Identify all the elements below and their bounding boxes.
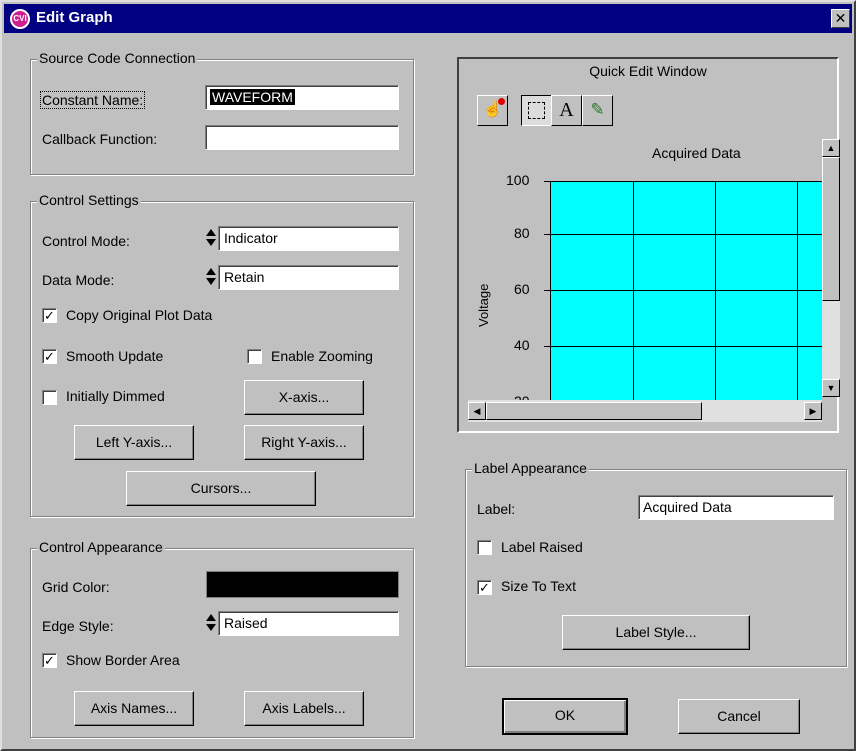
enable-zooming-checkbox[interactable]	[247, 349, 262, 364]
close-button[interactable]: ✕	[831, 9, 850, 28]
operate-tool-icon[interactable]: ☝	[477, 95, 508, 126]
edge-style-label: Edge Style:	[42, 618, 114, 634]
tick-80	[544, 234, 550, 235]
control-mode-field[interactable]: Indicator	[218, 226, 399, 251]
control-settings-legend: Control Settings	[37, 192, 141, 208]
constant-name-value: WAVEFORM	[210, 89, 295, 105]
horizontal-scroll-thumb[interactable]	[486, 402, 702, 420]
right-y-axis-button[interactable]: Right Y-axis...	[244, 425, 364, 460]
copy-original-checkbox[interactable]: ✓	[42, 308, 57, 323]
y-tick-40: 40	[514, 337, 530, 353]
smooth-update-label[interactable]: Smooth Update	[66, 348, 163, 364]
control-mode-label: Control Mode:	[42, 233, 130, 249]
scroll-up-icon[interactable]: ▲	[822, 139, 840, 157]
plot-area	[550, 181, 822, 400]
show-border-checkbox[interactable]: ✓	[42, 653, 57, 668]
quick-edit-title: Quick Edit Window	[589, 63, 707, 79]
smooth-update-checkbox[interactable]: ✓	[42, 349, 57, 364]
left-y-axis-button[interactable]: Left Y-axis...	[74, 425, 194, 460]
label-style-button[interactable]: Label Style...	[562, 615, 750, 650]
edge-style-spinner[interactable]	[204, 611, 218, 636]
horizontal-scrollbar[interactable]: ◀ ▶	[468, 400, 822, 422]
initially-dimmed-label[interactable]: Initially Dimmed	[66, 388, 165, 404]
label-appearance-legend: Label Appearance	[472, 460, 589, 476]
control-appearance-legend: Control Appearance	[37, 539, 165, 555]
copy-original-label[interactable]: Copy Original Plot Data	[66, 307, 212, 323]
control-mode-spinner[interactable]	[204, 226, 218, 251]
label-input[interactable]: Acquired Data	[638, 495, 834, 520]
source-code-group: Source Code Connection	[30, 50, 414, 175]
y-tick-20: 20	[514, 393, 530, 400]
window-title: Edit Graph	[36, 9, 113, 26]
grid-v3	[797, 182, 798, 400]
grid-v2	[715, 182, 716, 400]
y-tick-100: 100	[506, 172, 530, 188]
graph-view: Acquired Data Voltage 100 80 60 40 20	[468, 139, 822, 400]
grid-v1	[633, 182, 634, 400]
y-tick-80: 80	[514, 225, 530, 241]
grid-color-label: Grid Color:	[42, 579, 110, 595]
grid-h1	[551, 234, 822, 235]
scroll-right-icon[interactable]: ▶	[804, 402, 822, 420]
y-tick-60: 60	[514, 281, 530, 297]
grid-h2	[551, 290, 822, 291]
data-mode-field[interactable]: Retain	[218, 265, 399, 290]
enable-zooming-label[interactable]: Enable Zooming	[271, 348, 373, 364]
color-tool-icon[interactable]: ✎	[582, 95, 613, 126]
grid-color-swatch[interactable]	[206, 571, 399, 598]
data-mode-label: Data Mode:	[42, 272, 115, 288]
ok-button[interactable]: OK	[502, 698, 628, 735]
size-to-text-checkbox[interactable]: ✓	[477, 580, 492, 595]
select-tool-icon[interactable]	[521, 95, 552, 126]
label-raised-label[interactable]: Label Raised	[501, 539, 583, 555]
cursors-button[interactable]: Cursors...	[126, 471, 316, 506]
constant-name-label: Constant Name:	[40, 91, 146, 109]
graph-title: Acquired Data	[652, 145, 741, 161]
app-icon: CVI	[10, 9, 30, 29]
tick-60	[544, 290, 550, 291]
callback-function-input[interactable]	[205, 125, 399, 150]
label-field-label: Label:	[477, 501, 516, 517]
vertical-scrollbar[interactable]: ▲ ▼	[822, 139, 840, 397]
y-axis-name: Voltage	[476, 283, 491, 327]
title-bar: CVI Edit Graph ✕	[4, 4, 852, 33]
scroll-left-icon[interactable]: ◀	[468, 402, 486, 420]
size-to-text-label[interactable]: Size To Text	[501, 578, 576, 594]
data-mode-spinner[interactable]	[204, 265, 218, 290]
grid-h3	[551, 346, 822, 347]
cancel-button[interactable]: Cancel	[678, 699, 800, 734]
scroll-down-icon[interactable]: ▼	[822, 379, 840, 397]
source-code-legend: Source Code Connection	[37, 50, 198, 66]
vertical-scroll-thumb[interactable]	[822, 157, 840, 301]
tick-100	[544, 181, 550, 182]
show-border-label[interactable]: Show Border Area	[66, 652, 180, 668]
constant-name-input[interactable]: WAVEFORM	[205, 85, 399, 110]
callback-function-label: Callback Function:	[42, 131, 158, 147]
text-tool-icon[interactable]: A	[551, 95, 582, 126]
x-axis-button[interactable]: X-axis...	[244, 380, 364, 415]
tick-40	[544, 346, 550, 347]
edge-style-field[interactable]: Raised	[218, 611, 399, 636]
axis-labels-button[interactable]: Axis Labels...	[244, 691, 364, 726]
edit-graph-dialog: CVI Edit Graph ✕ Source Code Connection …	[0, 0, 856, 751]
initially-dimmed-checkbox[interactable]	[42, 390, 57, 405]
label-raised-checkbox[interactable]	[477, 540, 492, 555]
axis-names-button[interactable]: Axis Names...	[74, 691, 194, 726]
